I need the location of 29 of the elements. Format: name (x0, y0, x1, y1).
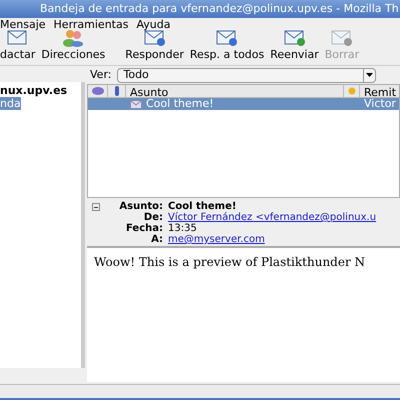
message-body: Woow! This is a preview of Plastikthunder N (87, 246, 400, 382)
header-value[interactable]: me@myserver.com (168, 234, 265, 245)
subject-cell-text: Cool theme! (146, 96, 215, 112)
header-label: Asunto: (118, 201, 164, 212)
header-value[interactable]: Víctor Fernández <vfernandez@polinux.u (168, 212, 376, 223)
dropdown-arrow-icon (363, 68, 375, 82)
header-label: De: (142, 212, 164, 223)
envelope-icon (6, 28, 29, 46)
header-label: Fecha: (124, 223, 164, 234)
folder-item[interactable]: nux.upv.es (0, 84, 68, 97)
header-label: A: (150, 234, 164, 245)
toolbar-button[interactable]: Reenviar (270, 28, 319, 63)
header-value: Cool theme! (168, 201, 236, 212)
envelope-icon (130, 100, 142, 108)
envelope-icon (330, 28, 353, 46)
people-icon (62, 28, 84, 46)
envelope-icon (284, 28, 306, 46)
title-bar: Bandeja de entrada para vfernandez@polinux.upv.es - Mozilla Th (0, 0, 400, 18)
view-label: Ver: (90, 66, 112, 83)
sender-cell-text: Victor (363, 96, 396, 112)
column-header[interactable]: Remit (360, 85, 396, 97)
envelope-icon (144, 28, 166, 46)
view-dropdown[interactable]: Todo (117, 68, 376, 82)
column-header[interactable]: Asunto (126, 85, 344, 97)
envelope-icon (216, 28, 238, 46)
toolbar-button[interactable]: Resp. a todos (190, 28, 264, 63)
menu-item[interactable]: Ayuda (136, 16, 170, 34)
collapse-icon[interactable] (92, 203, 100, 211)
header-value: 13:35 (168, 223, 197, 234)
